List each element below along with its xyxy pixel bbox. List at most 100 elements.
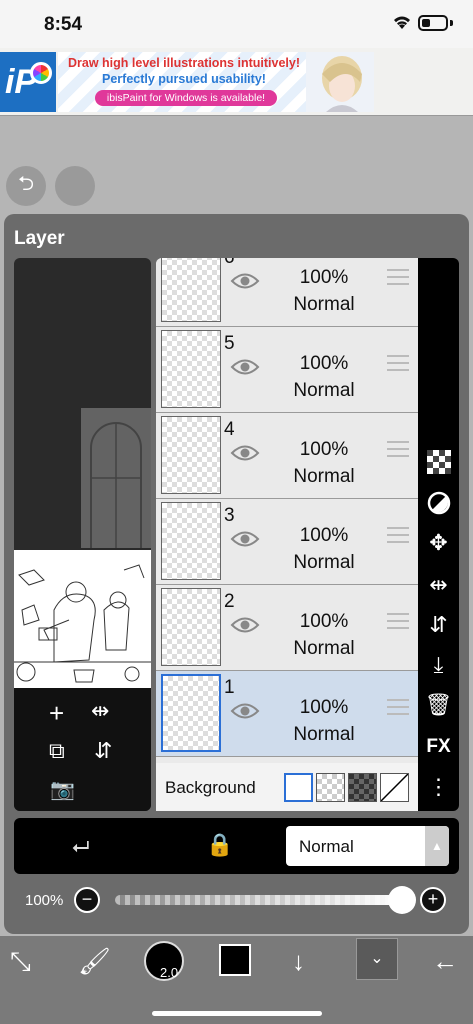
- blend-mode-dropdown[interactable]: Normal ▲: [286, 826, 449, 866]
- duplicate-layer-icon[interactable]: ⧉: [49, 740, 65, 762]
- drag-handle-icon[interactable]: [387, 269, 409, 290]
- layer-blend-mode: Normal: [293, 294, 355, 315]
- layer-thumbnail: [161, 416, 221, 494]
- status-bar: 8:54: [0, 0, 473, 48]
- layer-panel-toggle-button[interactable]: ⌄: [356, 938, 398, 980]
- layer-blend-mode: Normal: [293, 380, 355, 401]
- opacity-value: 100%: [25, 892, 64, 909]
- eye-icon[interactable]: [230, 443, 260, 463]
- eye-icon[interactable]: [230, 701, 260, 721]
- more-options-icon[interactable]: ⋮: [418, 774, 459, 800]
- layer-number: 5: [224, 333, 235, 354]
- panel-title: Layer: [14, 228, 65, 249]
- alpha-lock-icon[interactable]: 🔒: [206, 832, 233, 858]
- ad-character-illustration: [306, 52, 374, 112]
- eye-icon[interactable]: [230, 529, 260, 549]
- layer-number: 1: [224, 677, 235, 698]
- flip-horizontal-layer-icon[interactable]: ⇹: [418, 572, 459, 598]
- layer-actions: + ⇹ ⧉ ⇵ 📷: [14, 688, 151, 811]
- layer-blend-mode: Normal: [293, 724, 355, 745]
- drag-handle-icon[interactable]: [387, 613, 409, 634]
- brush-tool-icon[interactable]: 🖌: [78, 946, 111, 977]
- background-none-option[interactable]: [380, 773, 409, 802]
- layer-row-6[interactable]: 6 100% Normal: [156, 258, 418, 327]
- opacity-slider-knob[interactable]: [388, 886, 416, 914]
- blend-bar: ⮠ 🔒 Normal ▲: [14, 818, 459, 874]
- drag-handle-icon[interactable]: [387, 355, 409, 376]
- layer-number: 4: [224, 419, 235, 440]
- battery-tip: [450, 20, 453, 26]
- undo-icon: ⮌: [17, 173, 35, 195]
- wifi-icon: [394, 16, 410, 29]
- brush-size-button[interactable]: 2.0: [144, 941, 184, 981]
- background-dark-transparent-option[interactable]: [348, 773, 377, 802]
- color-picker-button[interactable]: [219, 944, 251, 976]
- delete-layer-icon[interactable]: 🗑: [418, 692, 459, 718]
- layer-thumbnail: [161, 330, 221, 408]
- layer-thumbnail: [161, 258, 221, 322]
- camera-icon[interactable]: 📷: [50, 780, 75, 800]
- eye-icon[interactable]: [230, 615, 260, 635]
- color-wheel-icon: [30, 62, 52, 84]
- flip-vertical-layer-icon[interactable]: ⇵: [418, 612, 459, 638]
- background-transparent-option[interactable]: [316, 773, 345, 802]
- layer-opacity: 100%: [299, 267, 349, 288]
- ibispaint-logo: iP: [0, 52, 56, 112]
- background-white-option[interactable]: [284, 773, 313, 802]
- move-icon[interactable]: ✥: [418, 530, 459, 556]
- clipping-icon[interactable]: ⮠: [72, 834, 90, 860]
- layer-number: 3: [224, 505, 235, 526]
- layer-row-3[interactable]: 3 100% Normal: [156, 499, 418, 585]
- layer-row-1[interactable]: 1 100% Normal: [156, 671, 418, 757]
- layer-number: 6: [224, 258, 235, 269]
- flip-vertical-icon[interactable]: ⇵: [94, 740, 112, 762]
- layer-opacity: 100%: [299, 611, 349, 632]
- battery-icon: [418, 15, 448, 31]
- chevron-down-icon: ⌄: [370, 950, 384, 967]
- add-layer-icon[interactable]: +: [49, 700, 64, 726]
- redo-button[interactable]: [55, 166, 95, 206]
- opacity-decrease-button[interactable]: −: [74, 887, 100, 913]
- layer-side-toolbar: ✥ ⇹ ⇵ ⤓ 🗑 FX ⋮: [418, 258, 459, 811]
- layer-blend-mode: Normal: [293, 466, 355, 487]
- layer-thumbnail: [161, 588, 221, 666]
- drag-handle-icon[interactable]: [387, 441, 409, 462]
- canvas-thumbnail[interactable]: [14, 550, 151, 688]
- brush-size-value: 2.0: [160, 965, 179, 980]
- canvas-preview-ghost: [81, 408, 151, 548]
- layer-thumbnail: [161, 674, 221, 752]
- invert-icon[interactable]: [418, 491, 459, 521]
- dropdown-arrow-icon: ▲: [425, 826, 449, 866]
- layer-opacity: 100%: [299, 353, 349, 374]
- back-arrow-icon[interactable]: ←: [432, 946, 458, 977]
- merge-down-icon[interactable]: ⤓: [418, 652, 459, 678]
- eye-icon[interactable]: [230, 357, 260, 377]
- background-layer-row: Background: [156, 763, 418, 811]
- layer-blend-mode: Normal: [293, 638, 355, 659]
- drag-handle-icon[interactable]: [387, 699, 409, 720]
- opacity-slider-track[interactable]: [115, 895, 400, 905]
- ad-banner[interactable]: iP Draw high level illustrations intuiti…: [0, 48, 473, 116]
- fx-button[interactable]: FX: [418, 736, 459, 758]
- eye-icon[interactable]: [230, 271, 260, 291]
- opacity-increase-button[interactable]: +: [420, 887, 446, 913]
- ad-cta[interactable]: ibisPaint for Windows is available!: [95, 90, 277, 106]
- layer-opacity: 100%: [299, 697, 349, 718]
- undo-button[interactable]: ⮌: [6, 166, 46, 206]
- checkerboard-icon[interactable]: [418, 450, 459, 480]
- drag-handle-icon[interactable]: [387, 527, 409, 548]
- blend-mode-value: Normal: [299, 837, 354, 856]
- layer-row-2[interactable]: 2 100% Normal: [156, 585, 418, 671]
- flip-horizontal-icon[interactable]: ⇹: [91, 700, 109, 722]
- transform-tool-icon[interactable]: ⤡: [10, 946, 31, 978]
- layer-row-4[interactable]: 4 100% Normal: [156, 413, 418, 499]
- layer-list[interactable]: 6 100% Normal 5 100% Normal 4 100% Norma…: [156, 258, 418, 763]
- layer-row-5[interactable]: 5 100% Normal: [156, 327, 418, 413]
- background-label: Background: [165, 778, 256, 797]
- arrow-down-icon[interactable]: ↓: [292, 946, 305, 977]
- status-time: 8:54: [44, 14, 83, 35]
- canvas-preview-column: + ⇹ ⧉ ⇵ 📷: [14, 258, 151, 811]
- opacity-slider-row: 100% − +: [14, 878, 459, 922]
- layer-blend-mode: Normal: [293, 552, 355, 573]
- layer-number: 2: [224, 591, 235, 612]
